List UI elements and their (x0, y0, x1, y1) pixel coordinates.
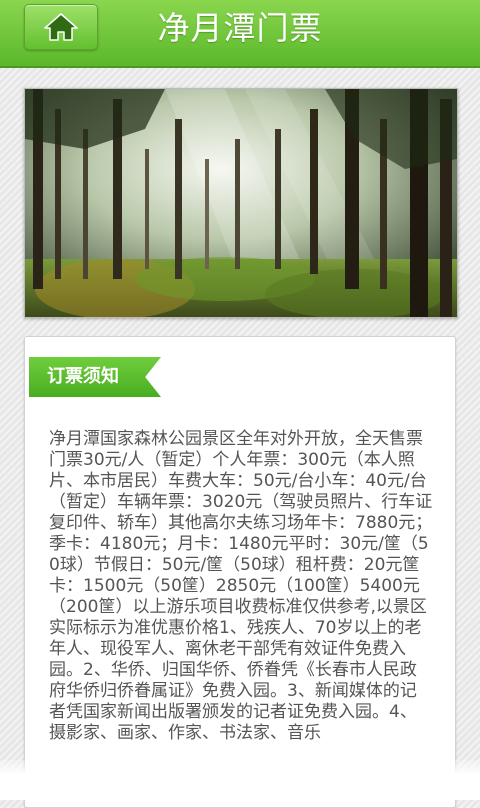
ticket-info-paragraph: 净月潭国家森林公园景区全年对外开放，全天售票门票30元/人（暂定）个人年票：30… (49, 429, 433, 743)
section-ribbon: 订票须知 (29, 357, 161, 397)
header-bar: 净月潭门票 (0, 0, 480, 68)
info-card: 订票须知 净月潭国家森林公园景区全年对外开放，全天售票门票30元/人（暂定）个人… (24, 336, 456, 808)
section-title: 订票须知 (47, 366, 119, 387)
page-title: 净月潭门票 (157, 9, 323, 47)
ticket-info-text: 净月潭国家森林公园景区全年对外开放，全天售票门票30元/人（暂定）个人年票：30… (49, 429, 433, 744)
forest-image (25, 89, 457, 317)
bottom-fade (0, 760, 480, 800)
forest-photo (24, 88, 458, 318)
